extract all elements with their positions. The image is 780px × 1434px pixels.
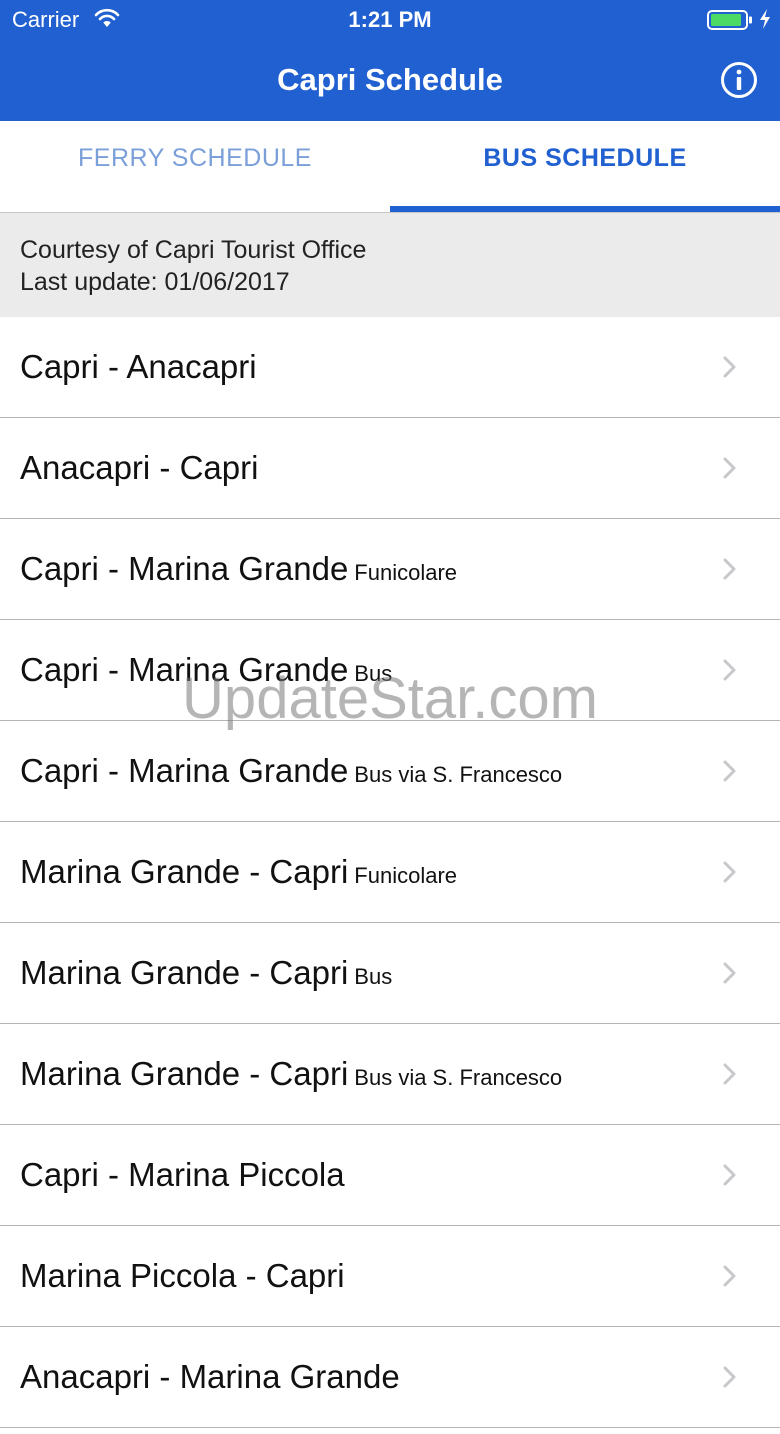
route-text: Anacapri - Marina Grande [20, 1327, 400, 1427]
chevron-right-icon [723, 861, 736, 883]
status-bar: Carrier 1:21 PM [0, 0, 780, 40]
last-update-text: Last update: 01/06/2017 [20, 268, 290, 296]
clock: 1:21 PM [348, 7, 432, 32]
route-subtitle: Bus [354, 661, 393, 686]
route-text: Anacapri - Capri [20, 418, 258, 518]
page-title: Capri Schedule [277, 62, 503, 97]
chevron-right-icon [723, 1265, 736, 1287]
list-item[interactable]: Marina Grande - Capri Bus [0, 923, 780, 1024]
route-name: Capri - Anacapri [20, 348, 257, 385]
chevron-right-icon [723, 962, 736, 984]
battery-icon [707, 10, 752, 30]
route-subtitle: Bus [354, 964, 393, 989]
route-text: Capri - Anacapri [20, 317, 257, 417]
route-text: Marina Piccola - Capri [20, 1226, 345, 1326]
chevron-right-icon [723, 760, 736, 782]
chevron-right-icon [723, 457, 736, 479]
route-text: Capri - Marina Grande Bus via S. Francesc… [20, 721, 562, 821]
charging-icon [760, 9, 770, 29]
chevron-right-icon [723, 558, 736, 580]
list-item[interactable]: Anacapri - Marina Grande [0, 1327, 780, 1428]
chevron-right-icon [723, 659, 736, 681]
route-subtitle: Funicolare [354, 863, 458, 888]
list-item[interactable]: Capri - Marina Piccola [0, 1125, 780, 1226]
chevron-right-icon [723, 1063, 736, 1085]
list-item[interactable]: Capri - Marina Grande Funicolare [0, 519, 780, 620]
route-text: Marina Grande - Capri Funicolare [20, 822, 457, 922]
route-text: Capri - Marina Grande Bus [20, 620, 392, 720]
route-name: Anacapri - Capri [20, 449, 259, 486]
route-subtitle: Bus via S. Francesco [354, 1065, 563, 1090]
route-text: Capri - Marina Grande Funicolare [20, 519, 457, 619]
top-bar: Carrier 1:21 PM Capri Schedule [0, 0, 780, 121]
route-name: Marina Grande - Capri [20, 1055, 349, 1092]
tab-ferry-schedule[interactable]: FERRY SCHEDULE [0, 121, 390, 213]
list-item[interactable]: Capri - Marina Grande Bus [0, 620, 780, 721]
tab-bus-schedule[interactable]: BUS SCHEDULE [390, 121, 780, 213]
list-item[interactable]: Marina Grande - Capri Bus via S. Francesc… [0, 1024, 780, 1125]
courtesy-text: Courtesy of Capri Tourist Office [20, 236, 367, 264]
tab-bar: FERRY SCHEDULE BUS SCHEDULE [0, 121, 780, 213]
route-name: Marina Piccola - Capri [20, 1257, 345, 1294]
route-name: Marina Grande - Capri [20, 954, 349, 991]
list-item[interactable]: Capri - Anacapri [0, 317, 780, 418]
route-subtitle: Funicolare [354, 560, 458, 585]
route-name: Capri - Marina Grande [20, 752, 349, 789]
route-subtitle: Bus via S. Francesco [354, 762, 563, 787]
route-name: Capri - Marina Grande [20, 550, 349, 587]
list-item[interactable]: Marina Grande - Capri Funicolare [0, 822, 780, 923]
chevron-right-icon [723, 1366, 736, 1388]
route-text: Marina Grande - Capri Bus via S. Francesc… [20, 1024, 562, 1124]
route-name: Capri - Marina Grande [20, 651, 349, 688]
route-name: Marina Grande - Capri [20, 853, 349, 890]
info-icon[interactable] [720, 61, 758, 99]
route-list: Capri - Anacapri Anacapri - Capri Capri - … [0, 317, 780, 1428]
chevron-right-icon [723, 1164, 736, 1186]
route-text: Capri - Marina Piccola [20, 1125, 345, 1225]
chevron-right-icon [723, 356, 736, 378]
list-item[interactable]: Anacapri - Capri [0, 418, 780, 519]
route-name: Capri - Marina Piccola [20, 1156, 345, 1193]
info-banner: Courtesy of Capri Tourist Office Last up… [0, 213, 780, 317]
list-item[interactable]: Marina Piccola - Capri [0, 1226, 780, 1327]
route-text: Marina Grande - Capri Bus [20, 923, 392, 1023]
route-name: Anacapri - Marina Grande [20, 1358, 400, 1395]
list-item[interactable]: Capri - Marina Grande Bus via S. Francesc… [0, 721, 780, 822]
